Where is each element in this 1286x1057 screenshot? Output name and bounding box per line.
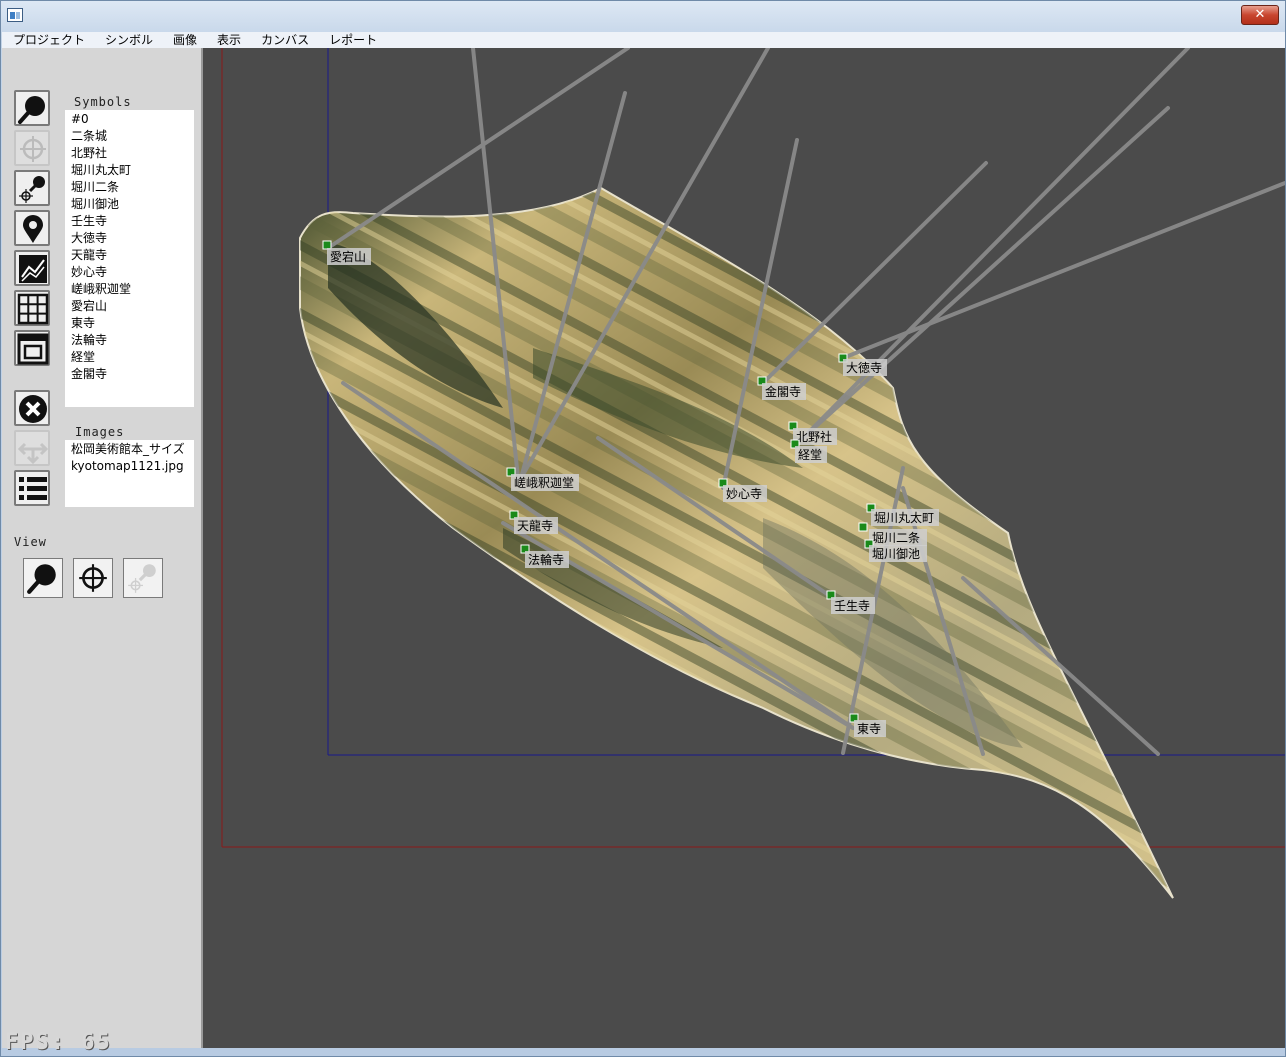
map-view[interactable]: 愛宕山 大徳寺 金閣寺 北野社 経堂 嵯峨釈迦堂 妙心寺 天龍寺 法輪寺 堀川丸…: [203, 48, 1285, 1048]
app-icon: [7, 8, 23, 22]
symbol-item[interactable]: 北野社: [71, 145, 194, 162]
view-zoom-button[interactable]: [23, 558, 63, 598]
title-bar: ✕: [1, 1, 1285, 33]
close-button[interactable]: ✕: [1241, 5, 1279, 25]
marker-label: 天龍寺: [517, 518, 553, 533]
symbol-item[interactable]: 壬生寺: [71, 213, 194, 230]
marker-label: 経堂: [798, 448, 822, 462]
grid-tool-button[interactable]: [14, 290, 50, 326]
list-tool-button[interactable]: [14, 470, 50, 506]
marker-label: 堀川御池: [872, 546, 920, 561]
app-window: ✕ プロジェクト シンボル 画像 表示 カンバス レポート Symbols #0…: [0, 0, 1286, 1057]
move-icon: [17, 442, 49, 465]
symbol-item[interactable]: 天龍寺: [71, 247, 194, 264]
window-icon: [17, 333, 49, 365]
symbol-item[interactable]: 法輪寺: [71, 332, 194, 349]
symbol-item[interactable]: 堀川丸太町: [71, 162, 194, 179]
view-crosshair-button[interactable]: [73, 558, 113, 598]
symbol-item[interactable]: 妙心寺: [71, 264, 194, 281]
pin-tool-button[interactable]: [14, 210, 50, 246]
image-item[interactable]: kyotomap1121.jpg: [71, 458, 194, 475]
magnifier-icon: [27, 564, 56, 594]
marker-label: 妙心寺: [726, 487, 762, 501]
marker-icon: [858, 522, 868, 532]
zoom-tool-button[interactable]: [14, 90, 50, 126]
menu-symbol[interactable]: シンボル: [94, 32, 162, 48]
marker-label: 金閣寺: [765, 384, 801, 399]
crosshair-icon: [79, 564, 107, 592]
symbol-item[interactable]: #0: [71, 111, 194, 128]
tool-panel: Symbols #0 二条城 北野社 堀川丸太町 堀川二条 堀川御池 壬生寺 大…: [2, 48, 203, 1048]
marker-label: 法輪寺: [528, 552, 564, 567]
symbol-item[interactable]: 堀川御池: [71, 196, 194, 213]
menu-bar: プロジェクト シンボル 画像 表示 カンバス レポート: [2, 32, 1285, 48]
window-tool-button[interactable]: [14, 330, 50, 366]
delete-icon: [19, 395, 47, 423]
map-pin-icon: [23, 215, 43, 243]
marker-label: 北野社: [796, 429, 832, 444]
marker-label: 嵯峨釈迦堂: [514, 476, 574, 490]
grid-icon: [17, 293, 49, 325]
delete-tool-button[interactable]: [14, 390, 50, 426]
crosshair-tool-button[interactable]: [14, 130, 50, 166]
symbol-item[interactable]: 大徳寺: [71, 230, 194, 247]
image-item[interactable]: 松岡美術館本_サイズ: [71, 441, 194, 458]
magnifier-icon: [18, 96, 45, 124]
magnifier-crosshair-icon: [128, 564, 156, 593]
marker-label: 堀川丸太町: [874, 510, 934, 525]
symbol-item[interactable]: 東寺: [71, 315, 194, 332]
chart-tool-button[interactable]: [14, 250, 50, 286]
list-icon: [19, 477, 47, 500]
menu-project[interactable]: プロジェクト: [2, 32, 94, 48]
menu-image[interactable]: 画像: [162, 32, 206, 48]
magnifier-crosshair-icon: [19, 176, 45, 203]
images-list[interactable]: 松岡美術館本_サイズ kyotomap1121.jpg: [65, 440, 194, 507]
menu-view[interactable]: 表示: [206, 32, 250, 48]
symbols-label: Symbols: [74, 95, 132, 109]
crosshair-icon: [20, 136, 46, 162]
marker-icon: [322, 240, 332, 250]
marker-label: 堀川二条: [872, 530, 920, 545]
marker-label: 東寺: [857, 722, 881, 736]
marker-label: 大徳寺: [846, 360, 882, 375]
menu-report[interactable]: レポート: [318, 32, 386, 48]
symbol-item[interactable]: 嵯峨釈迦堂: [71, 281, 194, 298]
chart-icon: [19, 255, 47, 283]
symbol-item[interactable]: 愛宕山: [71, 298, 194, 315]
images-label: Images: [75, 425, 125, 439]
3d-canvas[interactable]: 愛宕山 大徳寺 金閣寺 北野社 経堂 嵯峨釈迦堂 妙心寺 天龍寺 法輪寺 堀川丸…: [203, 48, 1285, 1048]
fps-counter: FPS: 65: [5, 1030, 112, 1055]
marker-label: 愛宕山: [330, 249, 366, 264]
view-zoom-point-button[interactable]: [123, 558, 163, 598]
symbol-item[interactable]: 金閣寺: [71, 366, 194, 383]
move-tool-button[interactable]: [14, 430, 50, 466]
warped-map-surface: [299, 186, 1174, 899]
zoom-point-tool-button[interactable]: [14, 170, 50, 206]
symbols-list[interactable]: #0 二条城 北野社 堀川丸太町 堀川二条 堀川御池 壬生寺 大徳寺 天龍寺 妙…: [65, 110, 194, 407]
view-label: View: [14, 535, 47, 549]
menu-canvas[interactable]: カンバス: [250, 32, 318, 48]
marker-label: 壬生寺: [834, 599, 870, 613]
symbol-item[interactable]: 堀川二条: [71, 179, 194, 196]
symbol-item[interactable]: 経堂: [71, 349, 194, 366]
symbol-item[interactable]: 二条城: [71, 128, 194, 145]
